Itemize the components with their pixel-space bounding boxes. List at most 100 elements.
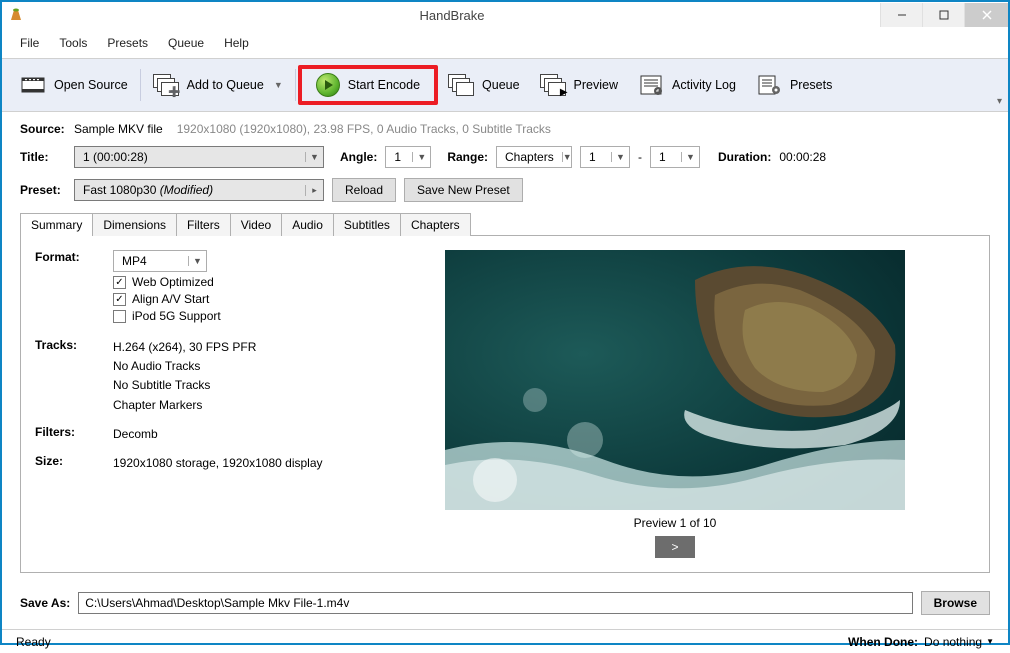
- align-av-checkbox[interactable]: ✓Align A/V Start: [113, 292, 221, 306]
- tab-filters[interactable]: Filters: [176, 213, 231, 236]
- save-as-row: Save As: Browse: [20, 591, 990, 615]
- presets-button[interactable]: Presets: [746, 70, 842, 100]
- start-encode-label: Start Encode: [348, 78, 420, 92]
- tab-summary[interactable]: Summary: [20, 213, 93, 236]
- dropdown-icon: ▼: [188, 256, 206, 266]
- size-value: 1920x1080 storage, 1920x1080 display: [113, 454, 323, 473]
- dropdown-icon: ▼: [305, 152, 323, 162]
- tab-summary-content: Format: MP4 ▼ ✓Web Optimized ✓Align A/V …: [20, 235, 990, 573]
- browse-button[interactable]: Browse: [921, 591, 990, 615]
- open-source-label: Open Source: [54, 78, 128, 92]
- track-subtitle: No Subtitle Tracks: [113, 376, 256, 395]
- title-value: 1 (00:00:28): [75, 150, 305, 164]
- status-text: Ready: [16, 635, 51, 649]
- format-label: Format:: [35, 250, 113, 326]
- dropdown-icon: ▼: [611, 152, 629, 162]
- add-queue-icon: ➕: [153, 74, 179, 96]
- tab-video[interactable]: Video: [230, 213, 282, 236]
- menu-help[interactable]: Help: [216, 32, 257, 54]
- range-type-combo[interactable]: Chapters ▼: [496, 146, 572, 168]
- dropdown-icon: ▼: [681, 152, 699, 162]
- preview-next-button[interactable]: >: [655, 536, 695, 558]
- ipod-5g-checkbox[interactable]: iPod 5G Support: [113, 309, 221, 323]
- angle-value: 1: [386, 150, 412, 164]
- tabs: Summary Dimensions Filters Video Audio S…: [20, 212, 990, 235]
- web-optimized-checkbox[interactable]: ✓Web Optimized: [113, 275, 221, 289]
- range-to-combo[interactable]: 1 ▼: [650, 146, 700, 168]
- window-controls: [880, 3, 1008, 27]
- angle-combo[interactable]: 1 ▼: [385, 146, 431, 168]
- range-label: Range:: [447, 150, 488, 164]
- when-done-label: When Done:: [848, 635, 918, 649]
- queue-icon: [448, 74, 474, 96]
- range-from-value: 1: [581, 150, 611, 164]
- queue-button[interactable]: Queue: [438, 70, 530, 100]
- toolbar: Open Source ➕ Add to Queue ▼ Start Encod…: [2, 59, 1008, 112]
- source-label: Source:: [20, 122, 66, 136]
- filters-value: Decomb: [113, 425, 158, 444]
- duration-value: 00:00:28: [779, 150, 826, 164]
- preview-counter: Preview 1 of 10: [634, 516, 717, 530]
- angle-label: Angle:: [340, 150, 377, 164]
- when-done-combo[interactable]: Do nothing ▼: [924, 635, 994, 649]
- source-row: Source: Sample MKV file 1920x1080 (1920x…: [20, 122, 990, 136]
- range-to-value: 1: [651, 150, 681, 164]
- range-dash: -: [638, 150, 642, 164]
- tab-chapters[interactable]: Chapters: [400, 213, 471, 236]
- add-to-queue-button[interactable]: ➕ Add to Queue ▼: [143, 70, 293, 100]
- preset-label: Preset:: [20, 183, 66, 197]
- log-icon: [638, 74, 664, 96]
- reload-button[interactable]: Reload: [332, 178, 396, 202]
- start-encode-button[interactable]: Start Encode: [306, 69, 430, 101]
- dropdown-icon: ▼: [412, 152, 430, 162]
- dropdown-icon: ▼: [562, 152, 572, 162]
- tracks-label: Tracks:: [35, 338, 113, 415]
- title-label: Title:: [20, 150, 66, 164]
- menubar: File Tools Presets Queue Help: [2, 28, 1008, 59]
- duration-label: Duration:: [718, 150, 771, 164]
- preset-row: Preset: Fast 1080p30 (Modified) ▸ Reload…: [20, 178, 990, 202]
- minimize-button[interactable]: [880, 3, 922, 27]
- start-encode-highlight: Start Encode: [298, 65, 438, 105]
- when-done-value: Do nothing: [924, 635, 982, 649]
- size-label: Size:: [35, 454, 113, 473]
- menu-right-icon: ▸: [305, 185, 323, 196]
- open-source-button[interactable]: Open Source: [10, 70, 138, 100]
- close-button[interactable]: [964, 3, 1008, 27]
- preview-icon: ▶: [540, 74, 566, 96]
- save-as-input[interactable]: [78, 592, 912, 614]
- range-type-value: Chapters: [497, 150, 562, 164]
- track-chapters: Chapter Markers: [113, 396, 256, 415]
- tab-subtitles[interactable]: Subtitles: [333, 213, 401, 236]
- activity-log-label: Activity Log: [672, 78, 736, 92]
- menu-presets[interactable]: Presets: [99, 32, 156, 54]
- film-icon: [20, 74, 46, 96]
- preset-value: Fast 1080p30 (Modified): [75, 183, 305, 197]
- preview-image: [445, 250, 905, 510]
- menu-queue[interactable]: Queue: [160, 32, 212, 54]
- format-value: MP4: [114, 254, 188, 268]
- save-new-preset-button[interactable]: Save New Preset: [404, 178, 523, 202]
- queue-label: Queue: [482, 78, 520, 92]
- format-combo[interactable]: MP4 ▼: [113, 250, 207, 272]
- title-combo[interactable]: 1 (00:00:28) ▼: [74, 146, 324, 168]
- titlebar: HandBrake: [2, 2, 1008, 28]
- add-to-queue-label: Add to Queue: [187, 78, 264, 92]
- preset-combo[interactable]: Fast 1080p30 (Modified) ▸: [74, 179, 324, 201]
- toolbar-overflow-icon[interactable]: ▾: [997, 96, 1002, 107]
- activity-log-button[interactable]: Activity Log: [628, 70, 746, 100]
- tab-dimensions[interactable]: Dimensions: [92, 213, 177, 236]
- range-from-combo[interactable]: 1 ▼: [580, 146, 630, 168]
- source-info: 1920x1080 (1920x1080), 23.98 FPS, 0 Audi…: [177, 122, 551, 136]
- preview-button[interactable]: ▶ Preview: [530, 70, 628, 100]
- menu-tools[interactable]: Tools: [51, 32, 95, 54]
- save-as-label: Save As:: [20, 596, 70, 610]
- statusbar: Ready When Done: Do nothing ▼: [2, 629, 1008, 653]
- menu-file[interactable]: File: [12, 32, 47, 54]
- track-video: H.264 (x264), 30 FPS PFR: [113, 338, 256, 357]
- maximize-button[interactable]: [922, 3, 964, 27]
- tab-audio[interactable]: Audio: [281, 213, 334, 236]
- filters-label: Filters:: [35, 425, 113, 444]
- track-audio: No Audio Tracks: [113, 357, 256, 376]
- presets-label: Presets: [790, 78, 832, 92]
